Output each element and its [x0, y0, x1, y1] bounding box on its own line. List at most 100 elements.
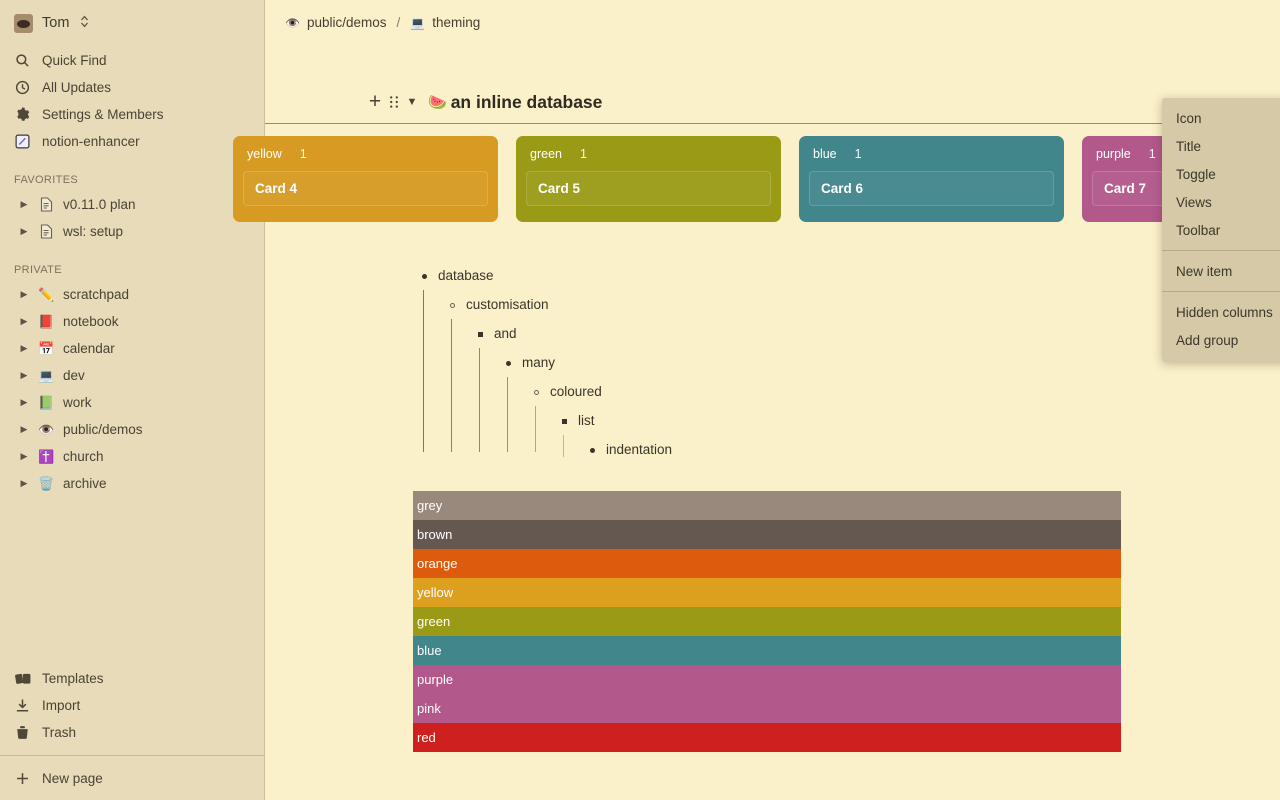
- clock-icon: [14, 79, 31, 96]
- list-item-label: and: [494, 326, 517, 341]
- triangle-right-icon[interactable]: ▶: [18, 478, 30, 489]
- menu-item-icon[interactable]: Icon: [1162, 104, 1280, 132]
- board-group-name: blue: [813, 147, 837, 161]
- board-group-header[interactable]: blue 1: [813, 147, 1052, 161]
- sidebar-page-calendar[interactable]: ▶ 📅 calendar: [0, 335, 264, 362]
- bullet-marker: [415, 267, 433, 285]
- color-bar-blue[interactable]: blue: [413, 636, 1121, 665]
- import-icon: [14, 697, 31, 714]
- board-card[interactable]: Card 6: [809, 171, 1054, 206]
- triangle-right-icon[interactable]: ▶: [18, 424, 30, 435]
- menu-item-label: Hidden columns: [1176, 304, 1273, 320]
- list-item[interactable]: list: [415, 411, 1280, 440]
- color-bar-brown[interactable]: brown: [413, 520, 1121, 549]
- new-page-button[interactable]: New page: [0, 755, 265, 800]
- notion-enhancer-icon: [14, 133, 31, 150]
- sidebar-page-dev[interactable]: ▶ 💻 dev: [0, 362, 264, 389]
- grip-icon[interactable]: [385, 95, 403, 109]
- board-view: yellow 1 Card 4 green 1 Card 5 blue 1 Ca…: [233, 124, 1280, 234]
- plus-icon[interactable]: +: [365, 90, 385, 114]
- breadcrumb-item-public-demos[interactable]: 👁️ public/demos: [285, 15, 387, 30]
- watermelon-icon: 🍉: [428, 94, 447, 111]
- board-group-header[interactable]: yellow 1: [247, 147, 486, 161]
- sidebar-item-notion-enhancer[interactable]: notion-enhancer: [0, 128, 264, 155]
- triangle-right-icon[interactable]: ▶: [18, 199, 30, 210]
- sidebar-item-label: Templates: [42, 671, 104, 686]
- sidebar-page-label: archive: [63, 476, 107, 491]
- board-card[interactable]: Card 4: [243, 171, 488, 206]
- sidebar-page-notebook[interactable]: ▶ 📕 notebook: [0, 308, 264, 335]
- sidebar-item-templates[interactable]: Templates: [0, 665, 265, 692]
- page-emoji-icon: ✏️: [38, 287, 55, 302]
- board-group-count: 1: [854, 147, 862, 161]
- list-item-label: coloured: [550, 384, 602, 399]
- menu-item-toggle[interactable]: Toggle: [1162, 160, 1280, 188]
- list-item[interactable]: indentation: [415, 440, 1280, 469]
- triangle-down-icon[interactable]: ▼: [403, 96, 421, 108]
- color-bar-red[interactable]: red: [413, 723, 1121, 752]
- triangle-right-icon[interactable]: ▶: [18, 370, 30, 381]
- list-item[interactable]: database: [415, 266, 1280, 295]
- color-bar-list: grey brown orange yellow green blue purp…: [413, 491, 1121, 752]
- menu-item-new-item[interactable]: New item: [1162, 257, 1280, 285]
- menu-item-toolbar[interactable]: Toolbar: [1162, 216, 1280, 244]
- board-group-name: green: [530, 147, 562, 161]
- list-item[interactable]: coloured: [415, 382, 1280, 411]
- indent-guide-5: [563, 435, 564, 457]
- color-bar-purple[interactable]: purple: [413, 665, 1121, 694]
- triangle-right-icon[interactable]: ▶: [18, 226, 30, 237]
- sidebar-page-archive[interactable]: ▶ 🗑️ archive: [0, 470, 264, 497]
- sidebar-item-import[interactable]: Import: [0, 692, 265, 719]
- color-bar-yellow[interactable]: yellow: [413, 578, 1121, 607]
- list-item-label: many: [522, 355, 556, 370]
- sidebar-nav: Quick Find All Updates Settings & Member…: [0, 47, 264, 155]
- database-title[interactable]: an inline database: [451, 92, 603, 113]
- sidebar-item-all-updates[interactable]: All Updates: [0, 74, 264, 101]
- sidebar-page-v0110-plan[interactable]: ▶ v0.11.0 plan: [0, 191, 264, 218]
- sidebar-page-work[interactable]: ▶ 📗 work: [0, 389, 264, 416]
- list-item[interactable]: customisation: [415, 295, 1280, 324]
- menu-item-add-group[interactable]: Add group: [1162, 326, 1280, 354]
- triangle-right-icon[interactable]: ▶: [18, 451, 30, 462]
- page-emoji-icon: 📅: [38, 341, 55, 356]
- board-group-count: 1: [579, 147, 587, 161]
- triangle-right-icon[interactable]: ▶: [18, 289, 30, 300]
- color-bar-orange[interactable]: orange: [413, 549, 1121, 578]
- bulleted-list: database customisation and many coloured…: [415, 266, 1280, 469]
- sidebar-page-wsl-setup[interactable]: ▶ wsl: setup: [0, 218, 264, 245]
- breadcrumb-label: theming: [432, 15, 481, 30]
- workspace-switcher[interactable]: Tom: [0, 1, 264, 45]
- breadcrumb-item-theming[interactable]: 💻 theming: [410, 15, 480, 30]
- sidebar-item-trash[interactable]: Trash: [0, 719, 265, 746]
- sidebar-footer-nav: Templates Import Trash: [0, 665, 265, 755]
- board-group-header[interactable]: green 1: [530, 147, 769, 161]
- sidebar-page-scratchpad[interactable]: ▶ ✏️ scratchpad: [0, 281, 264, 308]
- triangle-right-icon[interactable]: ▶: [18, 397, 30, 408]
- sidebar-page-label: work: [63, 395, 92, 410]
- sidebar-item-quick-find[interactable]: Quick Find: [0, 47, 264, 74]
- indent-guide-3: [507, 377, 508, 452]
- sidebar-item-settings-members[interactable]: Settings & Members: [0, 101, 264, 128]
- triangle-right-icon[interactable]: ▶: [18, 343, 30, 354]
- menu-item-views[interactable]: Views: [1162, 188, 1280, 216]
- enhancer-settings-menu: Icon Title Toggle Views Toolbar New item…: [1162, 98, 1280, 362]
- color-bar-green[interactable]: green: [413, 607, 1121, 636]
- color-bar-pink[interactable]: pink: [413, 694, 1121, 723]
- page-emoji-icon: ✝️: [38, 449, 55, 464]
- user-name: Tom: [42, 15, 70, 31]
- list-item[interactable]: many: [415, 353, 1280, 382]
- menu-item-title[interactable]: Title: [1162, 132, 1280, 160]
- menu-item-label: New item: [1176, 263, 1233, 279]
- sidebar-page-church[interactable]: ▶ ✝️ church: [0, 443, 264, 470]
- sidebar-page-public-demos[interactable]: ▶ 👁️ public/demos: [0, 416, 264, 443]
- list-item[interactable]: and: [415, 324, 1280, 353]
- sidebar-bottom: Templates Import Trash New page: [0, 665, 265, 800]
- color-bar-grey[interactable]: grey: [413, 491, 1121, 520]
- triangle-right-icon[interactable]: ▶: [18, 316, 30, 327]
- trash-icon: [14, 724, 31, 741]
- board-group-count: 1: [1148, 147, 1156, 161]
- board-card[interactable]: Card 5: [526, 171, 771, 206]
- list-item-label: indentation: [606, 442, 673, 457]
- menu-item-hidden-columns[interactable]: Hidden columns: [1162, 298, 1280, 326]
- menu-item-label: Title: [1176, 138, 1202, 154]
